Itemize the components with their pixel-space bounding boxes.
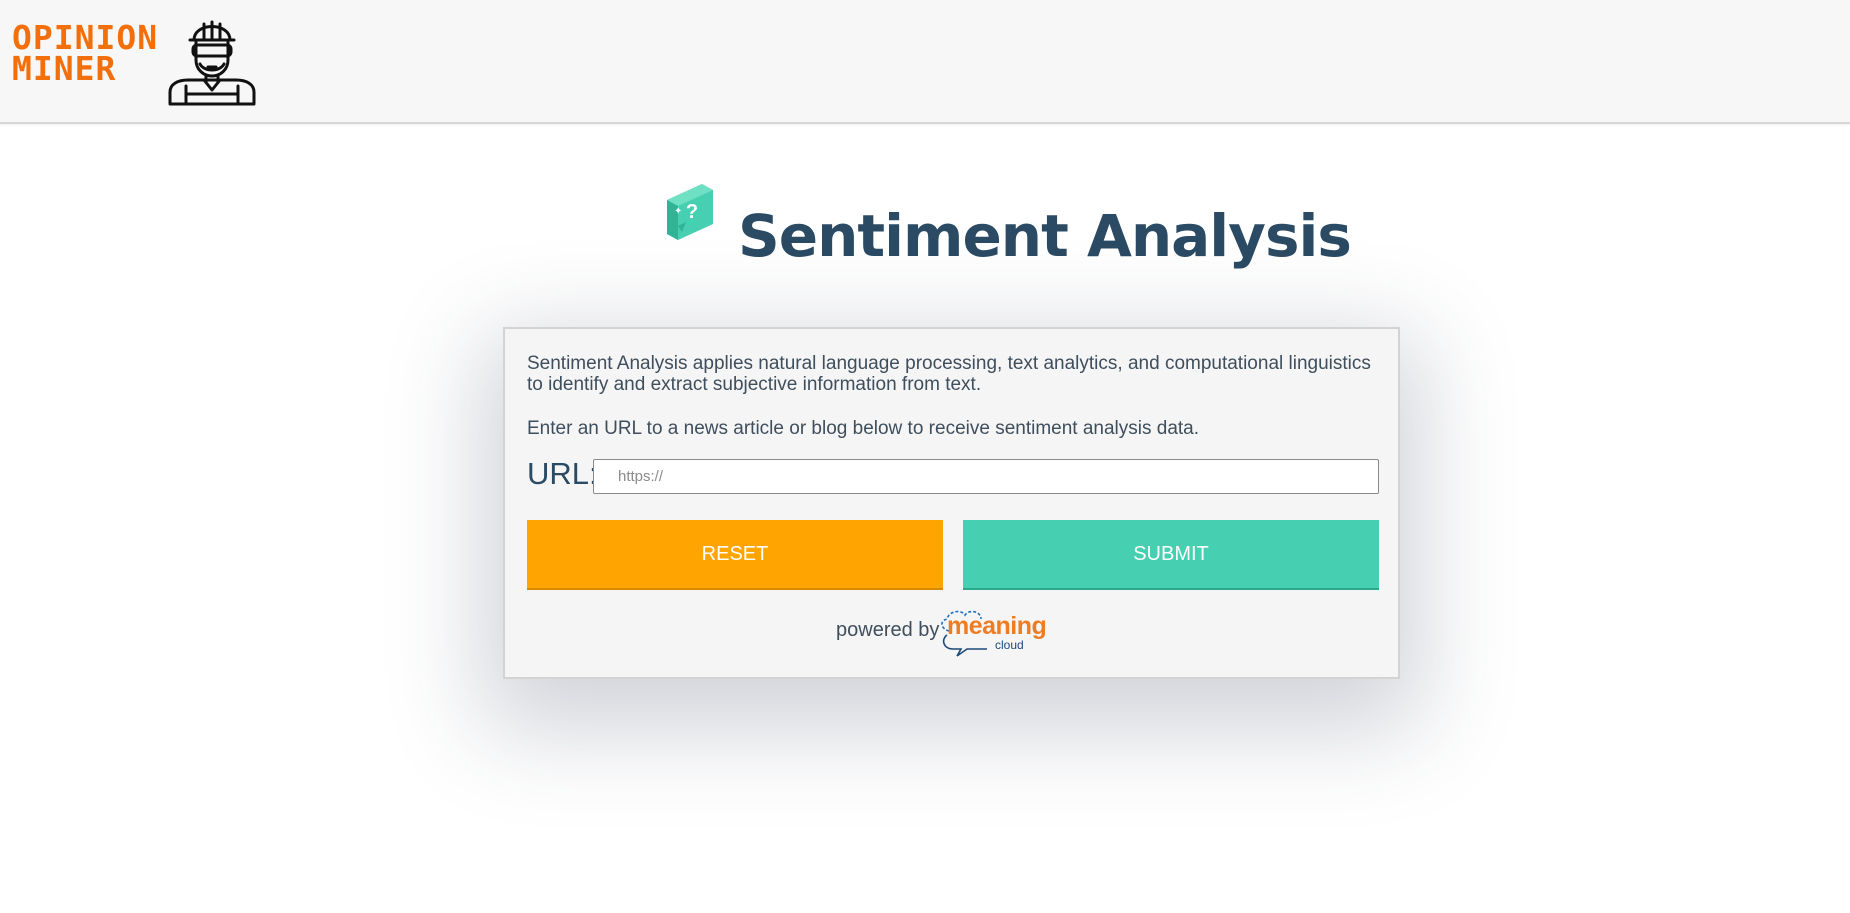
powered-by-text: powered by (836, 619, 940, 641)
engineer-avatar-icon (168, 20, 256, 106)
instruction-text: Enter an URL to a news article or blog b… (527, 418, 1200, 439)
logo-line-2: MINER (12, 49, 117, 88)
analysis-form-card: Sentiment Analysis applies natural langu… (503, 327, 1400, 679)
svg-text:?: ? (686, 201, 698, 223)
page-title: Sentiment Analysis (738, 202, 1352, 270)
speech-bubble-question-icon: ? ✦ (667, 184, 713, 240)
provider-sub-wordmark: cloud (995, 638, 1024, 652)
app-header: OPINION MINER (0, 0, 1850, 124)
reset-button[interactable]: RESET (527, 520, 943, 588)
url-input[interactable] (593, 459, 1379, 494)
page-heading: ? ✦ Sentiment Analysis (0, 178, 1850, 288)
provider-wordmark: meaning (947, 612, 1047, 640)
meaningcloud-logo[interactable]: meaning cloud (935, 609, 1055, 657)
svg-text:✦: ✦ (674, 206, 682, 217)
url-label: URL: (527, 456, 598, 491)
description-text: Sentiment Analysis applies natural langu… (527, 353, 1371, 395)
submit-button[interactable]: SUBMIT (963, 520, 1379, 588)
app-logo[interactable]: OPINION MINER (12, 21, 158, 88)
